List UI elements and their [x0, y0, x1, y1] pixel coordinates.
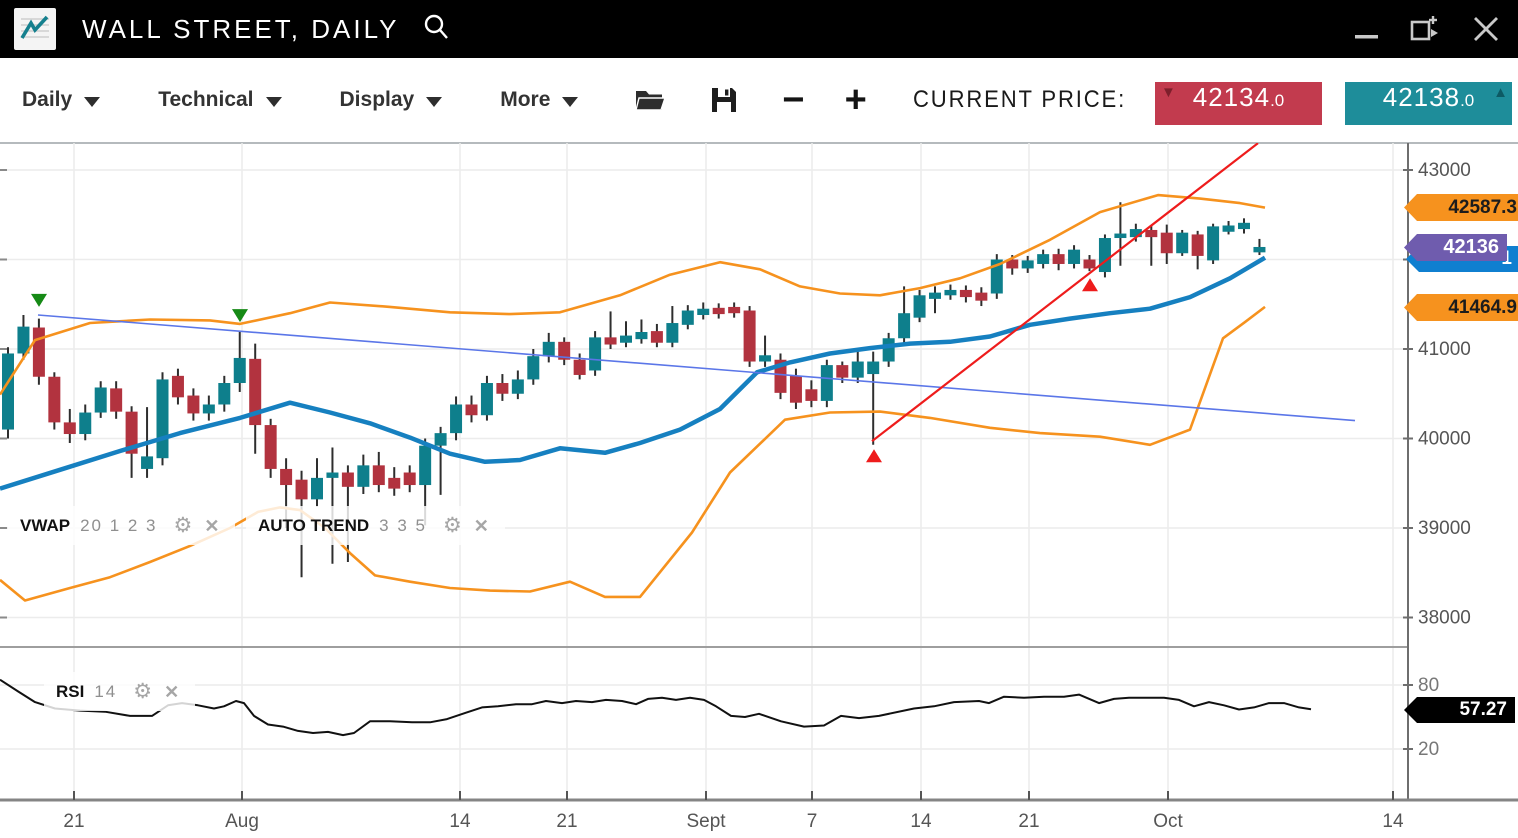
current-price-label: CURRENT PRICE: [913, 86, 1126, 114]
svg-text:21: 21 [1018, 811, 1039, 832]
zoom-out-button[interactable]: − [782, 81, 804, 119]
remove-indicator-icon[interactable]: ✕ [164, 683, 179, 701]
svg-text:43000: 43000 [1418, 160, 1471, 181]
price-tag: 57.27 [1404, 697, 1515, 723]
remove-indicator-icon[interactable]: ✕ [474, 517, 489, 535]
chevron-down-icon [84, 97, 100, 107]
svg-text:7: 7 [807, 811, 818, 832]
chevron-down-icon [266, 97, 282, 107]
svg-text:Sept: Sept [686, 811, 726, 832]
search-icon[interactable] [421, 12, 451, 47]
sell-arrow-down-icon: ▼ [1161, 85, 1176, 100]
buy-arrow-up-icon: ▲ [1493, 85, 1508, 100]
title-bar: WALL STREET, DAILY [0, 0, 1518, 58]
sell-price-button[interactable]: ▼ 42134.0 [1155, 82, 1322, 125]
gear-icon[interactable]: ⚙ [174, 515, 193, 536]
svg-text:80: 80 [1418, 675, 1439, 696]
svg-text:41000: 41000 [1418, 339, 1471, 360]
zoom-in-button[interactable]: + [845, 81, 867, 119]
vwap-name: VWAP [20, 516, 70, 536]
vwap-params: 20 1 2 3 [80, 516, 157, 536]
svg-text:38000: 38000 [1418, 608, 1471, 629]
menu-more[interactable]: More [500, 88, 578, 112]
svg-text:39000: 39000 [1418, 518, 1471, 539]
buy-price: 42138 [1383, 82, 1460, 113]
minimize-button[interactable] [1354, 16, 1380, 42]
svg-text:14: 14 [1382, 811, 1404, 832]
menu-technical-label: Technical [158, 88, 253, 112]
svg-text:14: 14 [449, 811, 471, 832]
svg-text:40000: 40000 [1418, 429, 1471, 450]
save-icon[interactable] [710, 86, 738, 114]
svg-text:14: 14 [910, 811, 932, 832]
rsi-name: RSI [56, 682, 84, 702]
price-tag: 42136 [1404, 234, 1507, 261]
menu-timeframe[interactable]: Daily [22, 88, 100, 112]
toolbar: Daily Technical Display More − + CURRENT… [0, 58, 1518, 144]
chart-canvas[interactable]: 430004200041000400003900038000802021Aug1… [0, 143, 1518, 838]
window-title: WALL STREET, DAILY [82, 14, 399, 45]
menu-display-label: Display [340, 88, 415, 112]
price-tag: 42587.3 [1404, 194, 1518, 221]
app-logo-icon [14, 8, 56, 50]
menu-display[interactable]: Display [340, 88, 443, 112]
svg-text:20: 20 [1418, 739, 1439, 760]
indicator-label-rsi: RSI 14 ⚙ ✕ [44, 672, 195, 711]
price-tag: 41464.9 [1404, 294, 1518, 321]
chevron-down-icon [562, 97, 578, 107]
gear-icon[interactable]: ⚙ [133, 681, 152, 702]
popout-window-button[interactable] [1408, 12, 1442, 46]
close-icon[interactable] [1470, 13, 1502, 45]
indicator-label-autotrend: AUTO TREND 3 3 5 ⚙ ✕ [246, 506, 505, 545]
menu-more-label: More [500, 88, 550, 112]
autotrend-name: AUTO TREND [258, 516, 369, 536]
sell-price-decimal: .0 [1270, 91, 1284, 111]
svg-text:21: 21 [63, 811, 84, 832]
remove-indicator-icon[interactable]: ✕ [204, 517, 219, 535]
buy-price-button[interactable]: 42138.0 ▲ [1345, 82, 1512, 125]
svg-text:21: 21 [556, 811, 577, 832]
menu-technical[interactable]: Technical [158, 88, 281, 112]
sell-price: 42134 [1193, 82, 1270, 113]
svg-text:Oct: Oct [1153, 811, 1183, 832]
svg-text:Aug: Aug [225, 811, 259, 832]
autotrend-params: 3 3 5 [379, 516, 427, 536]
gear-icon[interactable]: ⚙ [443, 515, 462, 536]
indicator-label-vwap: VWAP 20 1 2 3 ⚙ ✕ [8, 506, 235, 545]
chevron-down-icon [426, 97, 442, 107]
open-folder-icon[interactable] [634, 85, 666, 115]
buy-price-decimal: .0 [1460, 91, 1474, 111]
rsi-params: 14 [94, 682, 117, 702]
menu-timeframe-label: Daily [22, 88, 72, 112]
